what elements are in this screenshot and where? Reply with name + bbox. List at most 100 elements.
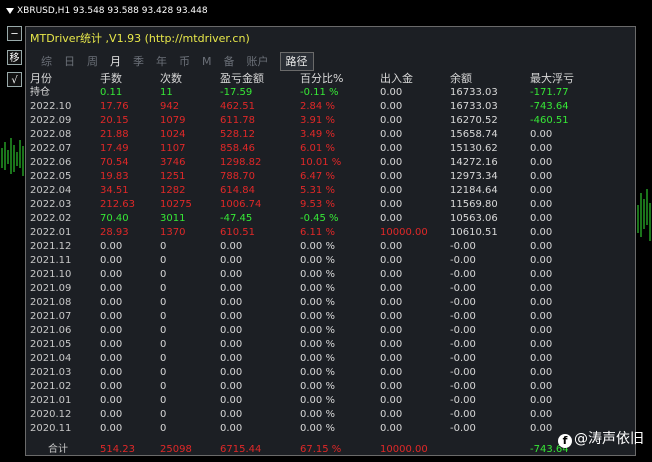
cell-flow: 0.00: [380, 339, 403, 350]
cell-lots: 0.00: [100, 395, 123, 406]
table-row: 2021.04 0.00 0 0.00 0.00 % 0.00 -0.00 0.00: [30, 352, 630, 366]
cell-pct: 3.49 %: [300, 129, 335, 140]
cell-balance: 15658.74: [450, 129, 498, 140]
cell-balance: 16733.03: [450, 87, 498, 98]
cell-flow: 0.00: [380, 115, 403, 126]
cell-dd: 0.00: [530, 367, 553, 378]
table-row: 2021.08 0.00 0 0.00 0.00 % 0.00 -0.00 0.00: [30, 296, 630, 310]
cell-pnl: 0.00: [220, 241, 243, 252]
chart-header: XBRUSD,H1 93.548 93.588 93.428 93.448: [6, 6, 208, 16]
cell-lots: 19.83: [100, 171, 129, 182]
tab-9[interactable]: 账户: [246, 53, 270, 70]
cell-lots: 0.00: [100, 311, 123, 322]
cell-count: 0: [160, 395, 167, 406]
cell-balance: -0.00: [450, 409, 476, 420]
cell-balance: 16270.52: [450, 115, 498, 126]
cell-dd: 0.00: [530, 311, 553, 322]
cell-flow: 0.00: [380, 255, 403, 266]
cell-count: 0: [160, 325, 167, 336]
cell-month: 2022.05: [30, 171, 72, 182]
cell-month: 2020.12: [30, 409, 72, 420]
cell-balance: -0.00: [450, 283, 476, 294]
cell-pct: 2.84 %: [300, 101, 335, 112]
cell-pnl: 0.00: [220, 297, 243, 308]
cell-flow: 0.00: [380, 325, 403, 336]
cell-pct: 0.00 %: [300, 297, 335, 308]
check-button[interactable]: √: [7, 72, 22, 87]
tab-2[interactable]: 周: [86, 53, 99, 70]
cell-lots: 0.00: [100, 423, 123, 434]
table-row: 2021.03 0.00 0 0.00 0.00 % 0.00 -0.00 0.00: [30, 366, 630, 380]
cell-month: 2022.07: [30, 143, 72, 154]
total-label: 合计: [48, 444, 68, 455]
move-button[interactable]: 移: [7, 50, 22, 65]
cell-balance: 16733.03: [450, 101, 498, 112]
cell-count: 0: [160, 297, 167, 308]
table-row: 2021.10 0.00 0 0.00 0.00 % 0.00 -0.00 0.00: [30, 268, 630, 282]
cell-dd: 0.00: [530, 381, 553, 392]
cell-pct: -0.45 %: [300, 213, 339, 224]
dropdown-triangle-icon[interactable]: [6, 7, 14, 14]
tab-4[interactable]: 季: [132, 53, 145, 70]
tab-10[interactable]: 路径: [279, 52, 314, 71]
cell-pct: 0.00 %: [300, 269, 335, 280]
cell-pct: 0.00 %: [300, 409, 335, 420]
cell-count: 1024: [160, 129, 186, 140]
cell-month: 2022.02: [30, 213, 72, 224]
cell-count: 0: [160, 409, 167, 420]
cell-flow: 0.00: [380, 297, 403, 308]
tab-5[interactable]: 年: [155, 53, 168, 70]
cell-balance: -0.00: [450, 339, 476, 350]
cell-pct: 0.00 %: [300, 353, 335, 364]
table-row: 2022.05 19.83 1251 788.70 6.47 % 0.00 12973.34…: [30, 170, 630, 184]
cell-dd: 0.00: [530, 283, 553, 294]
cell-count: 0: [160, 255, 167, 266]
cell-lots: 21.88: [100, 129, 129, 140]
cell-dd: 0.00: [530, 409, 553, 420]
chart-symbol-quote: XBRUSD,H1 93.548 93.588 93.428 93.448: [17, 6, 208, 16]
panel-title: MTDriver统计 ,V1.93 (http://mtdriver.cn): [30, 32, 250, 45]
cell-dd: 0.00: [530, 255, 553, 266]
cell-lots: 0.00: [100, 367, 123, 378]
collapse-button[interactable]: ─: [7, 26, 22, 41]
cell-pct: 6.47 %: [300, 171, 335, 182]
cell-lots: 0.00: [100, 353, 123, 364]
cell-month: 2022.04: [30, 185, 72, 196]
tab-1[interactable]: 日: [63, 53, 76, 70]
cell-lots: 34.51: [100, 185, 129, 196]
total-pnl: 6715.44: [220, 444, 262, 455]
tab-7[interactable]: M: [201, 53, 213, 70]
tab-8[interactable]: 备: [223, 53, 236, 70]
table-row: 2020.11 0.00 0 0.00 0.00 % 0.00 -0.00 0.00: [30, 422, 630, 436]
cell-flow: 0.00: [380, 87, 403, 98]
cell-month: 2021.11: [30, 255, 72, 266]
total-row: 合计 514.23 25098 6715.44 67.15 % 10000.00…: [30, 436, 630, 458]
cell-dd: 0.00: [530, 143, 553, 154]
tab-6[interactable]: 币: [178, 53, 191, 70]
chart-candles-left: [1, 138, 24, 176]
cell-month: 2021.08: [30, 297, 72, 308]
cell-balance: 11569.80: [450, 199, 498, 210]
table-row: 2022.04 34.51 1282 614.84 5.31 % 0.00 12184.64…: [30, 184, 630, 198]
cell-balance: -0.00: [450, 241, 476, 252]
cell-pct: 6.11 %: [300, 227, 335, 238]
cell-flow: 0.00: [380, 129, 403, 140]
table-row: 2021.01 0.00 0 0.00 0.00 % 0.00 -0.00 0.00: [30, 394, 630, 408]
cell-balance: -0.00: [450, 297, 476, 308]
tab-3[interactable]: 月: [109, 53, 122, 70]
cell-pnl: 610.51: [220, 227, 255, 238]
cell-dd: 0.00: [530, 129, 553, 140]
cell-pct: 0.00 %: [300, 255, 335, 266]
tab-0[interactable]: 综: [40, 53, 53, 70]
cell-pct: 0.00 %: [300, 241, 335, 252]
cell-pct: -0.11 %: [300, 87, 339, 98]
cell-pct: 0.00 %: [300, 339, 335, 350]
cell-balance: 10563.06: [450, 213, 498, 224]
table-row: 2022.10 17.76 942 462.51 2.84 % 0.00 16733.03 -…: [30, 100, 630, 114]
table-row: 2021.02 0.00 0 0.00 0.00 % 0.00 -0.00 0.00: [30, 380, 630, 394]
cell-count: 0: [160, 241, 167, 252]
cell-flow: 0.00: [380, 311, 403, 322]
cell-month: 2021.02: [30, 381, 72, 392]
cell-dd: 0.00: [530, 325, 553, 336]
weibo-logo-icon: f: [558, 434, 572, 448]
